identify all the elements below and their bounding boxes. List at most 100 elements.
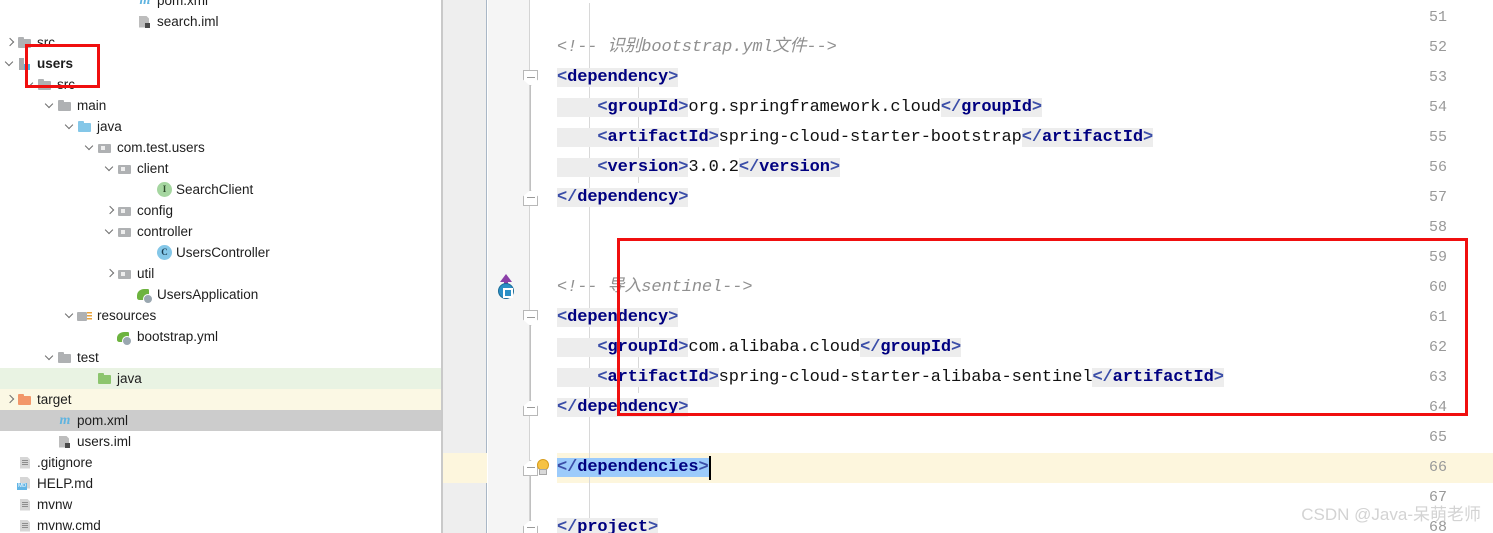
chevron-right-icon[interactable] xyxy=(104,263,117,284)
chevron-down-icon[interactable] xyxy=(84,137,97,158)
code-line-66[interactable]: </dependencies> xyxy=(557,453,709,483)
code-line-55[interactable]: <artifactId>spring-cloud-starter-bootstr… xyxy=(557,123,1153,153)
code-line-57[interactable]: </dependency> xyxy=(557,183,688,213)
code-line-54[interactable]: <groupId>org.springframework.cloud</grou… xyxy=(557,93,1042,123)
code-line-53[interactable]: <dependency> xyxy=(557,63,678,93)
tree-item-mvnw[interactable]: mvnw xyxy=(0,494,441,515)
chevron-down-icon[interactable] xyxy=(104,221,117,242)
tree-item-users-iml[interactable]: users.iml xyxy=(0,431,441,452)
maven-reimport-icon[interactable] xyxy=(495,274,517,300)
code-token: > xyxy=(668,68,679,87)
chevron-down-icon[interactable] xyxy=(64,305,77,326)
tree-item-pom-xml[interactable]: m pom.xml xyxy=(0,0,441,11)
tree-item-label: UsersController xyxy=(176,245,270,260)
code-token: version xyxy=(607,158,679,177)
chevron-down-icon[interactable] xyxy=(44,347,57,368)
iml-file-icon xyxy=(57,434,73,450)
tree-item-search-iml[interactable]: search.iml xyxy=(0,11,441,32)
tree-item-target[interactable]: target xyxy=(0,389,441,410)
tree-item-label: test xyxy=(77,350,99,365)
tree-item-controller[interactable]: controller xyxy=(0,221,441,242)
chevron-right-icon[interactable] xyxy=(4,32,17,53)
tree-item-searchclient[interactable]: I SearchClient xyxy=(0,179,441,200)
chevron-down-icon[interactable] xyxy=(104,158,117,179)
line-number-56[interactable]: 56 xyxy=(1407,153,1447,183)
line-number-63[interactable]: 63 xyxy=(1407,363,1447,393)
line-number-65[interactable]: 65 xyxy=(1407,423,1447,453)
tree-item-java[interactable]: java xyxy=(0,368,441,389)
chevron-down-icon[interactable] xyxy=(24,74,37,95)
tree-item-util[interactable]: util xyxy=(0,263,441,284)
line-number-57[interactable]: 57 xyxy=(1407,183,1447,213)
code-token: < xyxy=(557,68,568,87)
no-chevron xyxy=(44,410,57,431)
line-number-61[interactable]: 61 xyxy=(1407,303,1447,333)
tree-item-test[interactable]: test xyxy=(0,347,441,368)
tree-item-client[interactable]: client xyxy=(0,158,441,179)
tree-item-pom-xml[interactable]: m pom.xml xyxy=(0,410,441,431)
code-token xyxy=(557,338,598,357)
tree-item-main[interactable]: main xyxy=(0,95,441,116)
tree-item-help-md[interactable]: HELP.md xyxy=(0,473,441,494)
code-line-60[interactable]: <!-- 导入sentinel--> xyxy=(557,273,753,303)
code-line-52[interactable]: <!-- 识别bootstrap.yml文件--> xyxy=(557,33,837,63)
code-token: </ xyxy=(940,98,962,117)
tree-item-src[interactable]: src xyxy=(0,32,441,53)
tree-item-usersapplication[interactable]: UsersApplication xyxy=(0,284,441,305)
code-line-64[interactable]: </dependency> xyxy=(557,393,688,423)
line-number-52[interactable]: 52 xyxy=(1407,33,1447,63)
tree-item-config[interactable]: config xyxy=(0,200,441,221)
intention-lightbulb-icon[interactable] xyxy=(535,459,549,475)
code-line-56[interactable]: <version>3.0.2</version> xyxy=(557,153,840,183)
tree-item--gitignore[interactable]: .gitignore xyxy=(0,452,441,473)
code-token: dependency xyxy=(577,398,679,417)
line-number-51[interactable]: 51 xyxy=(1407,3,1447,33)
line-number-53[interactable]: 53 xyxy=(1407,63,1447,93)
tree-item-resources[interactable]: resources xyxy=(0,305,441,326)
code-token xyxy=(557,98,598,117)
chevron-right-icon[interactable] xyxy=(4,389,17,410)
tree-item-users[interactable]: users xyxy=(0,53,441,74)
code-token: <!-- 导入sentinel--> xyxy=(557,278,753,297)
code-token: > xyxy=(678,398,689,417)
code-line-61[interactable]: <dependency> xyxy=(557,303,678,333)
code-token: artifactId xyxy=(607,368,709,387)
tree-item-bootstrap-yml[interactable]: bootstrap.yml xyxy=(0,326,441,347)
line-number-59[interactable]: 59 xyxy=(1407,243,1447,273)
code-editor[interactable]: 51 52 53 54 55 56 57 58 59 60 61 62 63 64 65 66 67 68 <!-… xyxy=(443,0,1493,533)
code-line-68[interactable]: </project> xyxy=(557,513,658,533)
line-number-62[interactable]: 62 xyxy=(1407,333,1447,363)
line-number-55[interactable]: 55 xyxy=(1407,123,1447,153)
line-number-58[interactable]: 58 xyxy=(1407,213,1447,243)
line-number-66[interactable]: 66 xyxy=(1407,453,1447,483)
chevron-down-icon[interactable] xyxy=(44,95,57,116)
tree-item-userscontroller[interactable]: C UsersController xyxy=(0,242,441,263)
code-line-63[interactable]: <artifactId>spring-cloud-starter-alibaba… xyxy=(557,363,1224,393)
code-token: groupId xyxy=(961,98,1032,117)
no-chevron xyxy=(144,179,157,200)
tree-item-src[interactable]: src xyxy=(0,74,441,95)
chevron-down-icon[interactable] xyxy=(4,53,17,74)
line-number-60[interactable]: 60 xyxy=(1407,273,1447,303)
line-number-gutter[interactable] xyxy=(443,0,487,533)
chevron-right-icon[interactable] xyxy=(104,200,117,221)
tree-item-com-test-users[interactable]: com.test.users xyxy=(0,137,441,158)
code-line-62[interactable]: <groupId>com.alibaba.cloud</groupId> xyxy=(557,333,961,363)
text-file-icon xyxy=(17,518,33,533)
line-number-64[interactable]: 64 xyxy=(1407,393,1447,423)
tree-item-java[interactable]: java xyxy=(0,116,441,137)
tree-item-label: config xyxy=(137,203,174,218)
chevron-down-icon[interactable] xyxy=(64,116,77,137)
tree-item-mvnw-cmd[interactable]: mvnw.cmd xyxy=(0,515,441,533)
folder-icon xyxy=(57,350,73,366)
code-token: > xyxy=(698,458,709,477)
line-number-54[interactable]: 54 xyxy=(1407,93,1447,123)
code-token: version xyxy=(759,158,830,177)
code-token: > xyxy=(1031,98,1042,117)
fold-minus-icon xyxy=(527,197,535,198)
code-token: project xyxy=(577,518,648,533)
project-tree-panel[interactable]: m pom.xml search.iml src users src main java com… xyxy=(0,0,441,533)
code-token: < xyxy=(557,308,568,327)
tree-item-label: users.iml xyxy=(77,434,132,449)
code-token: > xyxy=(708,368,719,387)
